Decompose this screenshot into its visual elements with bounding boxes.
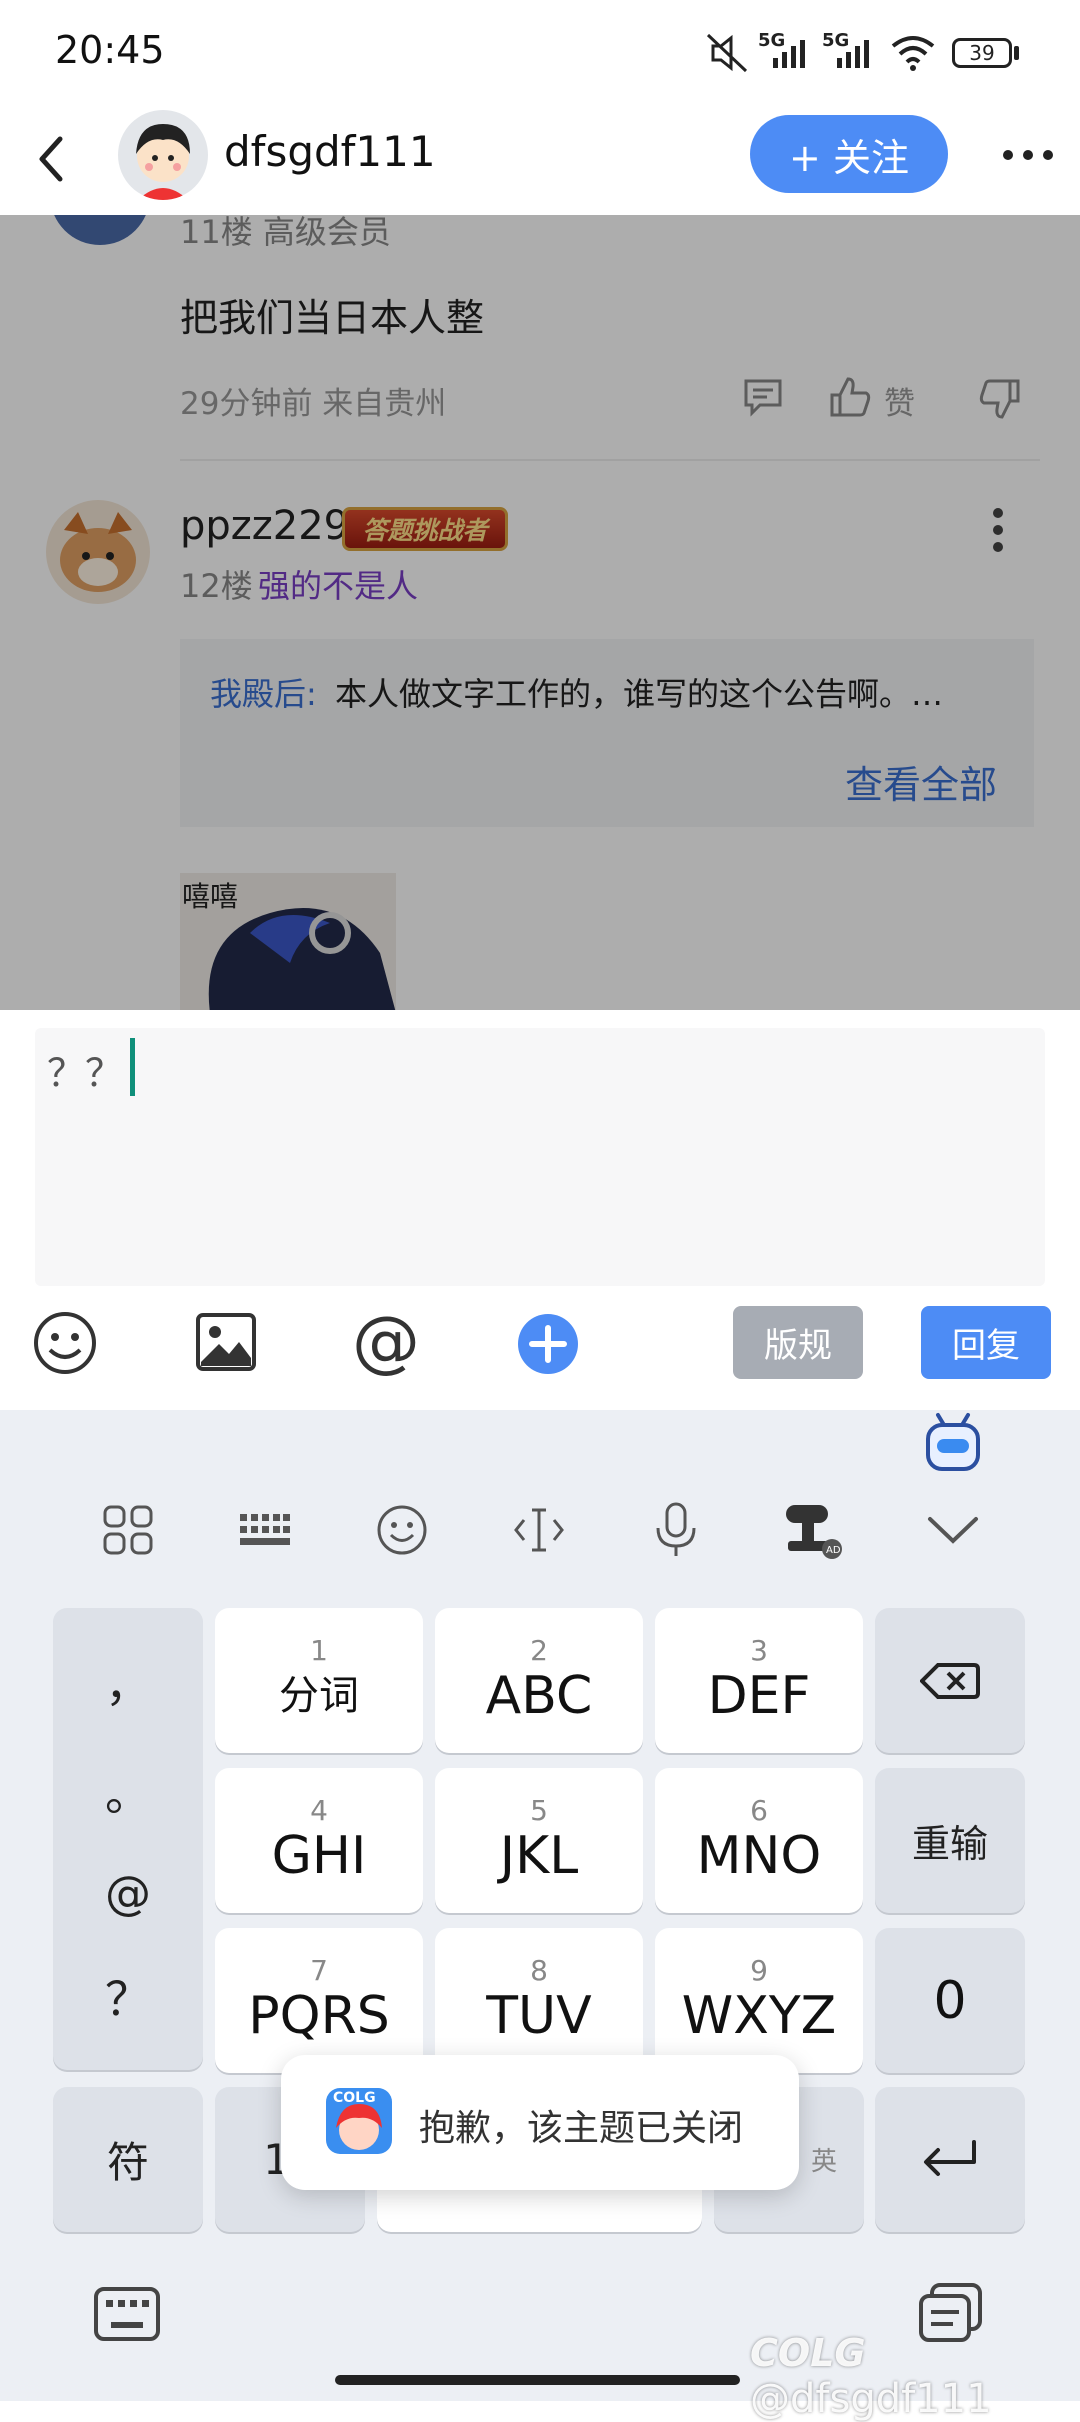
status-bar: 20:45 5G 5G 39 — [0, 0, 1080, 105]
key-8[interactable]: 8 TUV — [435, 1928, 643, 2073]
home-indicator[interactable] — [335, 2375, 740, 2385]
more-options-icon[interactable] — [1000, 145, 1056, 165]
key-4-label: GHI — [271, 1825, 367, 1886]
punct-at[interactable]: @ — [105, 1866, 151, 1920]
back-arrow-icon[interactable] — [34, 131, 68, 187]
emoji-icon[interactable] — [32, 1310, 98, 1376]
key-1-label: 分词 — [279, 1672, 359, 1719]
rules-button[interactable]: 版规 — [733, 1306, 863, 1379]
battery-icon: 39 — [952, 38, 1012, 68]
key-1[interactable]: 1 分词 — [215, 1608, 423, 1753]
key-3-num: 3 — [750, 1633, 768, 1667]
watermark-handle: @dfsgdf111 — [750, 2376, 992, 2422]
key-7-num: 7 — [310, 1953, 328, 1987]
dim-overlay[interactable] — [0, 215, 1080, 1010]
backspace-key[interactable] — [875, 1608, 1025, 1753]
image-icon[interactable] — [195, 1312, 257, 1372]
watermark-brand: COLG — [750, 2331, 866, 2375]
key-6-num: 6 — [750, 1793, 768, 1827]
key-6-label: MNO — [696, 1825, 822, 1886]
keyboard-layout-icon[interactable] — [230, 1495, 300, 1565]
mute-icon — [706, 33, 748, 73]
post-header: dfsgdf111 + 关注 — [0, 105, 1080, 215]
punctuation-column[interactable]: ， 。 @ ？ — [53, 1608, 203, 2070]
zero-key-label: 0 — [933, 1970, 967, 2031]
toast-logo-text: COLG — [333, 2090, 376, 2106]
key-9-label: WXYZ — [681, 1985, 837, 2046]
cursor-move-icon[interactable] — [504, 1495, 574, 1565]
key-4-num: 4 — [310, 1793, 328, 1827]
key-2-num: 2 — [530, 1633, 548, 1667]
key-8-label: TUV — [486, 1985, 592, 2046]
battery-level: 39 — [969, 41, 995, 65]
microphone-icon[interactable] — [641, 1495, 711, 1565]
signal-icon — [773, 40, 805, 68]
symbol-key[interactable]: 符 — [53, 2087, 203, 2232]
punct-comma[interactable]: ， — [105, 1649, 151, 1715]
toast-message: 抱歉，该主题已关闭 — [419, 2108, 744, 2149]
reply-composer: ？？ @ 版规 回复 — [0, 1010, 1080, 1410]
key-1-num: 1 — [310, 1633, 328, 1667]
reply-input-text: ？？ — [47, 1051, 124, 1095]
key-9[interactable]: 9 WXYZ — [655, 1928, 863, 2073]
reply-input[interactable]: ？？ — [35, 1028, 1045, 1286]
symbol-key-label: 符 — [106, 2138, 149, 2187]
add-icon[interactable] — [516, 1312, 580, 1376]
keyboard-switch-icon[interactable] — [93, 2286, 161, 2342]
ai-stamp-icon[interactable]: AD — [778, 1495, 848, 1565]
colg-app-icon: COLG — [326, 2088, 392, 2154]
key-5-num: 5 — [530, 1793, 548, 1827]
apps-grid-icon[interactable] — [93, 1495, 163, 1565]
reply-button-label: 回复 — [952, 1326, 1020, 1366]
follow-button[interactable]: + 关注 — [750, 115, 948, 193]
svg-text:AD: AD — [826, 1545, 841, 1556]
key-5-label: JKL — [499, 1825, 579, 1886]
key-4[interactable]: 4 GHI — [215, 1768, 423, 1913]
battery-tip — [1014, 46, 1019, 60]
reply-button[interactable]: 回复 — [921, 1306, 1051, 1379]
zero-key[interactable]: 0 — [875, 1928, 1025, 2073]
enter-icon — [924, 2139, 976, 2176]
backspace-icon — [920, 1662, 980, 1699]
assistant-robot-icon[interactable] — [924, 1411, 982, 1475]
key-3[interactable]: 3 DEF — [655, 1608, 863, 1753]
collapse-keyboard-icon[interactable] — [918, 1495, 988, 1565]
user-avatar[interactable] — [118, 110, 208, 200]
reset-key[interactable]: 重输 — [875, 1768, 1025, 1913]
key-7[interactable]: 7 PQRS — [215, 1928, 423, 2073]
key-6[interactable]: 6 MNO — [655, 1768, 863, 1913]
key-9-num: 9 — [750, 1953, 768, 1987]
username[interactable]: dfsgdf111 — [224, 127, 436, 176]
enter-key[interactable] — [875, 2087, 1025, 2232]
reset-key-label: 重输 — [911, 1822, 988, 1866]
signal-icon-2 — [837, 40, 869, 68]
mention-icon[interactable]: @ — [352, 1302, 420, 1382]
language-switch-label: 英 — [810, 2147, 837, 2177]
key-8-num: 8 — [530, 1953, 548, 1987]
key-2[interactable]: 2 ABC — [435, 1608, 643, 1753]
key-7-label: PQRS — [248, 1985, 390, 2046]
text-cursor — [130, 1038, 135, 1096]
emoji-toolbar-icon[interactable] — [367, 1495, 437, 1565]
punct-question[interactable]: ？ — [105, 1963, 151, 2029]
follow-button-label: + 关注 — [789, 135, 909, 180]
key-2-label: ABC — [485, 1665, 593, 1726]
key-3-label: DEF — [707, 1665, 811, 1726]
watermark: COLG @dfsgdf111 — [750, 2330, 1080, 2422]
rules-button-label: 版规 — [764, 1326, 832, 1366]
punct-period[interactable]: 。 — [105, 1758, 151, 1824]
key-5[interactable]: 5 JKL — [435, 1768, 643, 1913]
wifi-icon — [891, 36, 935, 71]
status-time: 20:45 — [55, 28, 165, 72]
toast: COLG 抱歉，该主题已关闭 — [281, 2055, 799, 2190]
